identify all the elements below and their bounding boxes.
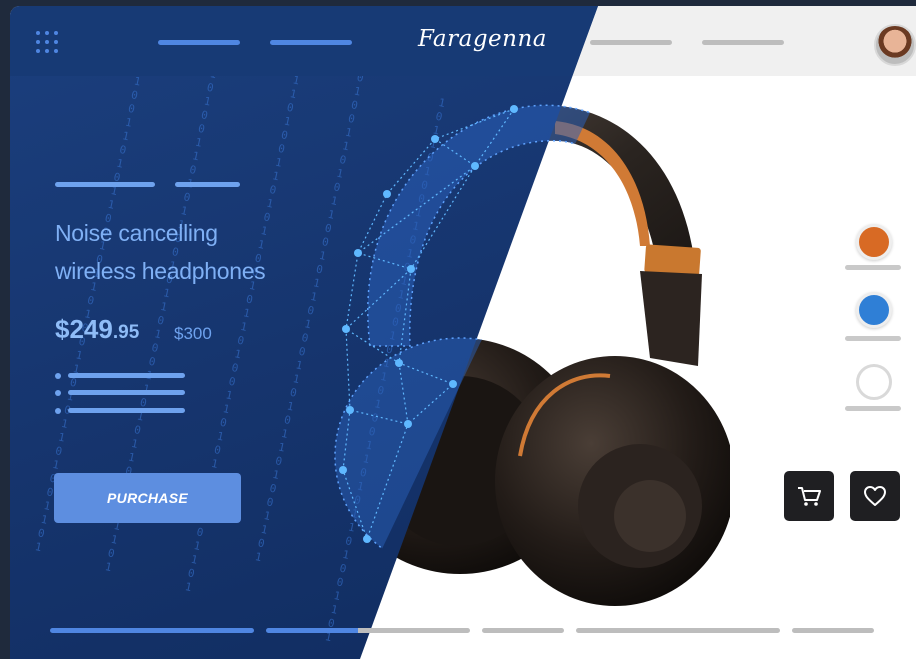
product-title-line-2: wireless headphones xyxy=(55,258,266,284)
nav-link-3[interactable] xyxy=(590,40,672,45)
add-to-cart-button[interactable] xyxy=(784,471,834,521)
nav-link-2[interactable] xyxy=(270,40,352,45)
swatch-blue[interactable] xyxy=(856,292,892,328)
old-price: $300 xyxy=(174,324,212,343)
footer-link[interactable] xyxy=(50,628,254,633)
swatch-orange[interactable] xyxy=(856,224,892,260)
nav-link-1[interactable] xyxy=(158,40,240,45)
swatch-label-line xyxy=(845,406,901,411)
brand-logo[interactable]: Faragenna xyxy=(418,26,547,52)
footer-link[interactable] xyxy=(266,628,470,633)
heart-icon xyxy=(864,486,886,506)
swatch-label-line xyxy=(845,265,901,270)
category-line-2 xyxy=(175,182,240,187)
wishlist-button[interactable] xyxy=(850,471,900,521)
product-price: $249.95 xyxy=(55,314,139,345)
price-cents: .95 xyxy=(112,322,140,343)
footer-link[interactable] xyxy=(792,628,874,633)
feature-bullet xyxy=(55,390,61,396)
swatch-label-line xyxy=(845,336,901,341)
feature-line xyxy=(68,408,185,413)
purchase-button[interactable]: PURCHASE xyxy=(54,473,241,523)
product-title-line-1: Noise cancelling xyxy=(55,220,218,246)
grid-menu-icon[interactable] xyxy=(36,31,58,53)
cart-icon xyxy=(798,487,821,506)
swatch-white[interactable] xyxy=(856,364,892,400)
app-window: 1 0 1 1 0 1 0 0 1 1 0 1 0 1 1 0 0 1 0 1 … xyxy=(10,6,916,659)
feature-line xyxy=(68,373,185,378)
feature-bullet xyxy=(55,408,61,414)
footer-link[interactable] xyxy=(482,628,564,633)
footer-link[interactable] xyxy=(576,628,780,633)
feature-line xyxy=(68,390,185,395)
price-main: $249 xyxy=(55,314,113,344)
user-avatar-icon[interactable] xyxy=(874,24,916,66)
feature-bullet xyxy=(55,373,61,379)
nav-link-4[interactable] xyxy=(702,40,784,45)
product-title: Noise cancelling wireless headphones xyxy=(55,214,266,290)
category-line-1 xyxy=(55,182,155,187)
